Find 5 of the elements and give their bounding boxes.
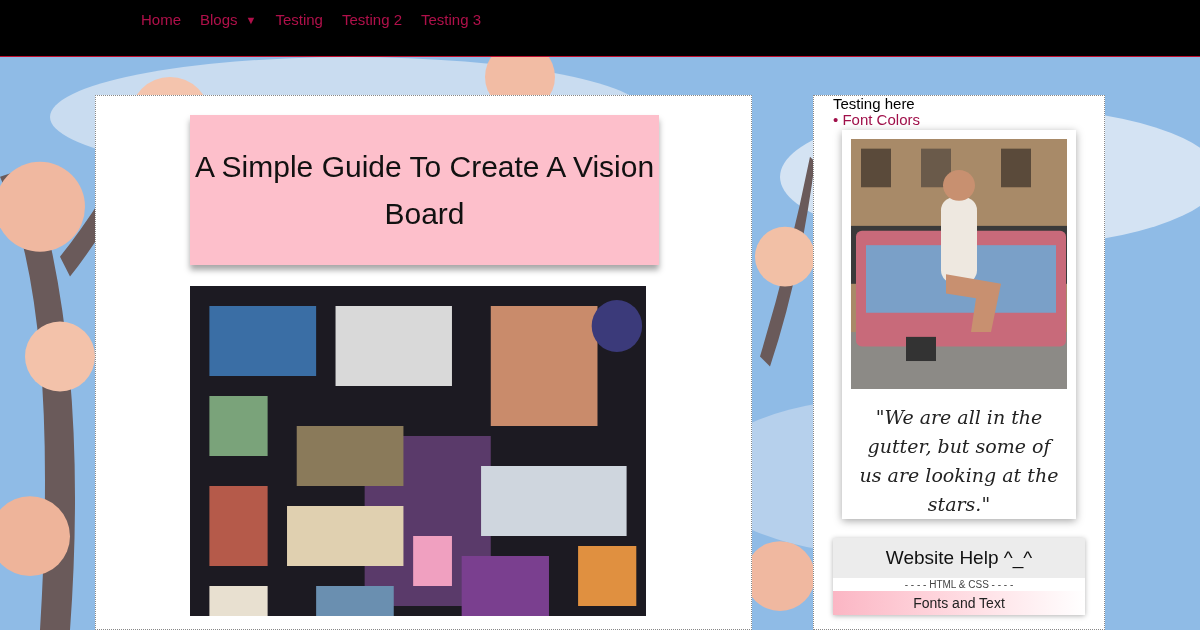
nav-link[interactable]: Testing 2	[341, 9, 402, 32]
nav-link[interactable]: Testing	[275, 9, 323, 32]
nav-link[interactable]: Home	[141, 9, 181, 32]
nav-link[interactable]: Blogs ▼	[200, 9, 257, 32]
nav-link[interactable]: Testing 3	[421, 9, 482, 32]
